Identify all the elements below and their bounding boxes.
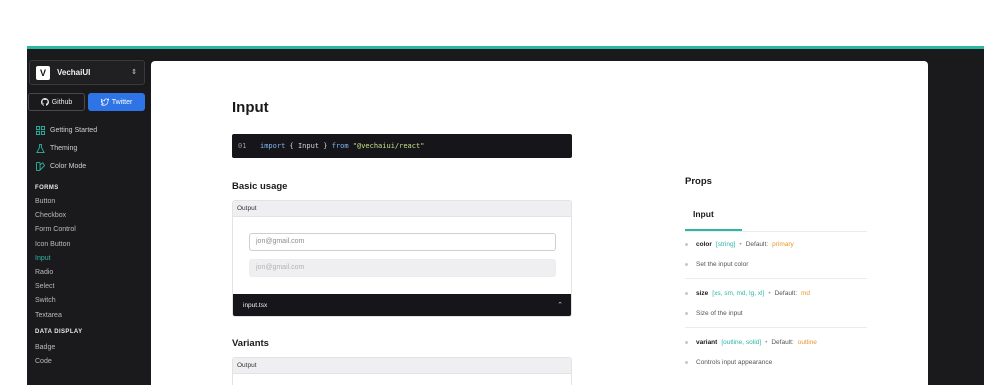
code-toggle[interactable]: input.tsx ⌃ — [233, 294, 571, 316]
prop-name: size — [696, 289, 709, 297]
nav-item-input[interactable]: Input — [35, 252, 145, 266]
chevron-up-icon: ⌃ — [557, 302, 563, 309]
code-keyword-from: from — [331, 142, 349, 150]
right-gutter — [928, 49, 984, 385]
nav-data-display-list: Badge Code — [35, 341, 145, 369]
prop-color: color [string] • Default: primary Set th… — [685, 238, 867, 270]
bullet-icon — [685, 262, 688, 266]
bullet-icon — [685, 242, 688, 246]
prop-divider — [685, 278, 867, 279]
prop-divider — [685, 327, 867, 328]
github-label: Github — [51, 98, 73, 106]
main-panel: Input 01 import { Input } from "@vechaiu… — [151, 61, 928, 385]
prop-separator: • — [768, 289, 771, 297]
bullet-icon — [685, 340, 688, 344]
basic-usage-preview: Output jon@gmail.com jon@gmail.com input… — [232, 200, 572, 317]
prop-description: Set the input color — [696, 260, 749, 268]
nav-label: Color Mode — [50, 162, 87, 170]
twitter-button[interactable]: Twitter — [88, 93, 145, 111]
props-title: Props — [685, 176, 712, 187]
bullet-icon — [685, 291, 688, 295]
prop-default-label: Default: — [771, 338, 794, 346]
prop-description: Size of the input — [696, 309, 743, 317]
grid-icon — [36, 125, 45, 135]
prop-default-label: Default: — [774, 289, 797, 297]
prop-type: [xs, sm, md, lg, xl] — [712, 289, 765, 297]
color-swatch-icon — [36, 161, 45, 171]
email-input-solid[interactable]: jon@gmail.com — [249, 259, 556, 277]
prop-description: Controls input appearance — [696, 358, 773, 366]
nav-forms-list: Button Checkbox Form Control Icon Button… — [35, 195, 145, 323]
tab-input[interactable]: Input — [685, 209, 742, 231]
prop-default-label: Default: — [745, 240, 769, 248]
prop-separator: • — [739, 240, 742, 248]
prop-type: [outline, solid] — [721, 338, 762, 346]
social-buttons: Github Twitter — [28, 93, 146, 111]
github-icon — [40, 98, 49, 106]
prop-separator: • — [765, 338, 768, 346]
twitter-icon — [100, 98, 109, 106]
nav-item-radio[interactable]: Radio — [35, 266, 145, 280]
twitter-label: Twitter — [111, 98, 133, 106]
prop-default: md — [801, 289, 811, 297]
line-number: 01 — [238, 142, 247, 150]
nav-item-textarea[interactable]: Textarea — [35, 309, 145, 323]
nav-item-icon-button[interactable]: Icon Button — [35, 238, 145, 252]
file-name: input.tsx — [243, 301, 268, 309]
import-code-block: 01 import { Input } from "@vechaiui/reac… — [232, 134, 572, 158]
app-window: V VechaiUI ⇕ Github Twitter Getting Star… — [27, 46, 984, 385]
nav-label: Getting Started — [50, 126, 98, 134]
nav-theming[interactable]: Theming — [36, 139, 146, 157]
accent-bar — [27, 46, 984, 49]
output-label: Output — [233, 358, 571, 374]
chevron-updown-icon: ⇕ — [131, 69, 137, 76]
brand-name: VechaiUI — [57, 68, 91, 77]
bullet-icon — [685, 360, 688, 364]
nav-item-checkbox[interactable]: Checkbox — [35, 209, 145, 223]
output-label: Output — [233, 201, 571, 217]
section-forms-title: FORMS — [35, 185, 59, 191]
page-title: Input — [232, 99, 269, 116]
section-data-display-title: DATA DISPLAY — [35, 329, 83, 335]
prop-type: [string] — [715, 240, 736, 248]
variants-preview: Output — [232, 357, 572, 385]
nav-item-button[interactable]: Button — [35, 195, 145, 209]
nav-item-code[interactable]: Code — [35, 355, 145, 369]
nav-item-switch[interactable]: Switch — [35, 294, 145, 308]
prop-size: size [xs, sm, md, lg, xl] • Default: md … — [685, 287, 867, 319]
code-identifier: Input — [297, 142, 320, 150]
nav-color-mode[interactable]: Color Mode — [36, 157, 146, 175]
prop-variant: variant [outline, solid] • Default: outl… — [685, 336, 867, 368]
prop-default: primary — [772, 240, 794, 248]
flask-icon — [36, 143, 45, 153]
nav-label: Theming — [50, 144, 78, 152]
code-string: "@vechaiui/react" — [352, 142, 425, 150]
code-keyword-import: import — [260, 142, 286, 150]
bullet-icon — [685, 311, 688, 315]
sidebar: V VechaiUI ⇕ Github Twitter Getting Star… — [27, 49, 151, 385]
basic-usage-heading: Basic usage — [232, 181, 288, 192]
email-input-outline[interactable]: jon@gmail.com — [249, 233, 556, 251]
nav-top: Getting Started Theming Color Mode — [36, 121, 146, 175]
prop-name: variant — [696, 338, 718, 346]
tab-divider — [685, 231, 867, 232]
nav-getting-started[interactable]: Getting Started — [36, 121, 146, 139]
nav-item-badge[interactable]: Badge — [35, 341, 145, 355]
code-brace: } — [323, 142, 328, 150]
nav-item-select[interactable]: Select — [35, 280, 145, 294]
brand-selector[interactable]: V VechaiUI ⇕ — [29, 60, 145, 85]
variants-heading: Variants — [232, 338, 269, 349]
code-brace: { — [289, 142, 294, 150]
logo-icon: V — [36, 65, 50, 80]
prop-default: outline — [797, 338, 817, 346]
github-button[interactable]: Github — [28, 93, 85, 111]
prop-name: color — [696, 240, 712, 248]
nav-item-form-control[interactable]: Form Control — [35, 223, 145, 237]
